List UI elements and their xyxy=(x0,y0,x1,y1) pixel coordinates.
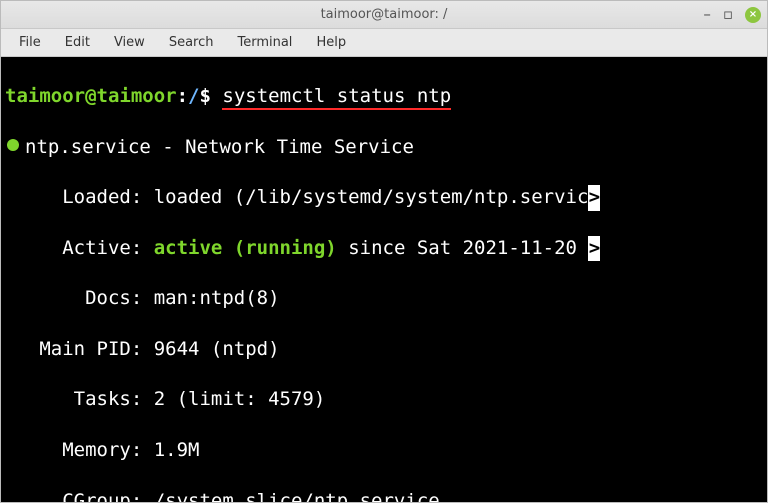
maximize-button[interactable]: ▫ xyxy=(723,7,733,22)
prompt-userhost: taimoor@taimoor xyxy=(5,85,177,107)
prompt-sep: : xyxy=(177,85,188,107)
loaded-line: Loaded: loaded (/lib/systemd/system/ntp.… xyxy=(5,185,765,210)
menu-view[interactable]: View xyxy=(104,32,155,53)
service-header: ntp.service - Network Time Service xyxy=(5,135,765,160)
window-controls: – ▫ × xyxy=(703,7,761,23)
menu-terminal[interactable]: Terminal xyxy=(227,32,302,53)
terminal-window: taimoor@taimoor: / – ▫ × File Edit View … xyxy=(0,0,768,503)
status-dot-icon xyxy=(7,139,19,151)
menu-file[interactable]: File xyxy=(9,32,51,53)
tasks-line: Tasks: 2 (limit: 4579) xyxy=(5,387,765,412)
prompt-dollar: $ xyxy=(200,85,211,107)
command-text: systemctl status ntp xyxy=(222,85,451,110)
menubar: File Edit View Search Terminal Help xyxy=(1,29,767,57)
mainpid-line: Main PID: 9644 (ntpd) xyxy=(5,337,765,362)
active-line: Active: active (running) since Sat 2021-… xyxy=(5,236,765,261)
titlebar: taimoor@taimoor: / – ▫ × xyxy=(1,1,767,29)
memory-line: Memory: 1.9M xyxy=(5,438,765,463)
cgroup-line: CGroup: /system.slice/ntp.service xyxy=(5,489,765,502)
minimize-button[interactable]: – xyxy=(703,7,711,22)
menu-help[interactable]: Help xyxy=(306,32,356,53)
overflow-icon: > xyxy=(588,185,600,210)
active-status: active (running) xyxy=(154,237,337,259)
close-button[interactable]: × xyxy=(745,7,761,23)
prompt-path: / xyxy=(188,85,199,107)
service-title: ntp.service - Network Time Service xyxy=(25,136,414,158)
overflow-icon: > xyxy=(588,236,600,261)
docs-line: Docs: man:ntpd(8) xyxy=(5,286,765,311)
window-title: taimoor@taimoor: / xyxy=(321,7,448,22)
prompt-line: taimoor@taimoor:/$ systemctl status ntp xyxy=(5,84,765,109)
menu-search[interactable]: Search xyxy=(159,32,224,53)
terminal-area[interactable]: taimoor@taimoor:/$ systemctl status ntp … xyxy=(1,57,767,502)
menu-edit[interactable]: Edit xyxy=(55,32,100,53)
